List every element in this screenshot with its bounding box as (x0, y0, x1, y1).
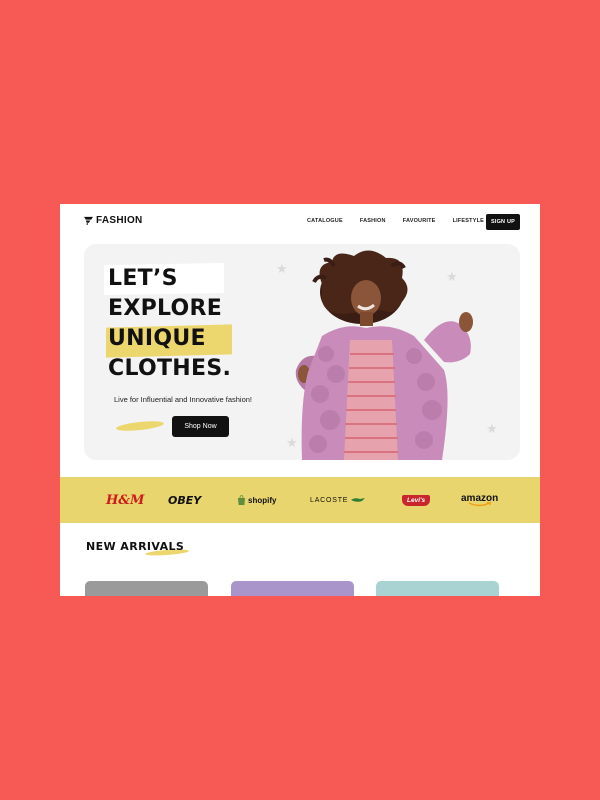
brand-logo-obey[interactable]: OBEY (168, 477, 201, 523)
headline-line-2: EXPLORE (108, 296, 223, 321)
headline-line-3: UNIQUE (108, 326, 206, 351)
product-card[interactable] (85, 581, 208, 596)
sign-up-button[interactable]: SIGN UP (486, 214, 520, 230)
hero-model-photo (295, 250, 473, 460)
brand-logos-band: H&M OBEY shopify LACOSTE Levi's amazon (60, 477, 540, 523)
nav-item-favourite[interactable]: FAVOURITE (403, 218, 436, 224)
headline-line-1: LET’S (108, 266, 178, 291)
nav-item-lifestyle[interactable]: LIFESTYLE (453, 218, 484, 224)
nav-menu: CATALOGUE FASHION FAVOURITE LIFESTYLE (307, 218, 501, 224)
brand-logo-shopify[interactable]: shopify (237, 477, 276, 523)
brand-logo-hm[interactable]: H&M (106, 477, 144, 523)
nav-item-fashion[interactable]: FASHION (360, 218, 386, 224)
fashion-logo-icon (84, 216, 93, 225)
amazon-smile-icon (468, 502, 492, 507)
brand-logo-levis[interactable]: Levi's (402, 477, 431, 523)
brush-stroke-decoration (115, 419, 165, 433)
nav-item-catalogue[interactable]: CATALOGUE (307, 218, 343, 224)
hero-headline: LET’S EXPLORE UNIQUE CLOTHES. (104, 262, 232, 384)
brand-logo[interactable]: FASHION (84, 215, 143, 226)
brand-logo-lacoste[interactable]: LACOSTE (310, 477, 366, 523)
shopping-bag-icon (238, 495, 245, 505)
top-nav: FASHION CATALOGUE FASHION FAVOURITE LIFE… (60, 204, 540, 240)
headline-line-4: CLOTHES. (108, 356, 232, 381)
new-arrivals-title: NEW ARRIVALS (86, 540, 185, 553)
hero-tagline: Live for Influential and Innovative fash… (114, 395, 253, 404)
brand-lacoste-label: LACOSTE (310, 496, 349, 504)
hero-banner: ★ ★ ★ ★ LET’S EXPLORE UNIQUE CLOTHES. Li… (84, 244, 520, 460)
shop-now-button[interactable]: Shop Now (172, 416, 229, 437)
brand-levis-label: Levi's (402, 494, 431, 506)
landing-page: FASHION CATALOGUE FASHION FAVOURITE LIFE… (60, 204, 540, 596)
crocodile-icon (351, 498, 366, 502)
brand-logo-amazon[interactable]: amazon (461, 477, 498, 523)
brand-shopify-label: shopify (248, 495, 277, 505)
brand-name: FASHION (96, 215, 143, 226)
product-card[interactable] (376, 581, 499, 596)
product-card[interactable] (231, 581, 354, 596)
